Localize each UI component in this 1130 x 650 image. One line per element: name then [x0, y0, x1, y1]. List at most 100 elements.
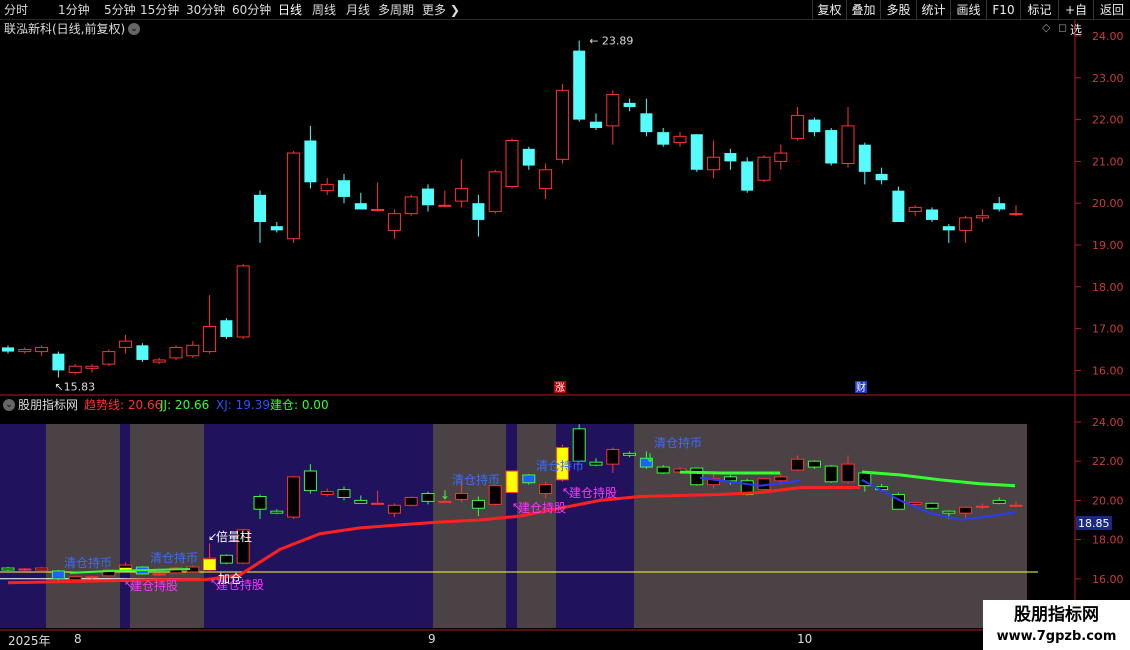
ind-candle-body — [387, 504, 401, 514]
buy-arrow-icon: ↖ — [210, 576, 219, 589]
ind-candle-body — [791, 458, 805, 471]
watermark-title: 股朋指标网 — [1014, 605, 1099, 625]
candle-body — [791, 114, 805, 139]
candle-body — [623, 102, 636, 108]
price-axis-label: 21.00 — [1092, 155, 1124, 168]
high-price-label: ← 23.89 — [589, 35, 633, 48]
watermark-box: 股朋指标网 www.7gpzb.com — [983, 600, 1130, 650]
candle-body — [522, 148, 535, 166]
month-label-8: 8 — [74, 632, 82, 646]
ind-candle-body — [51, 570, 65, 580]
ind-candle-body — [337, 489, 351, 498]
candle-body — [169, 346, 183, 359]
candle-body — [555, 89, 569, 160]
price-axis-label: 23.00 — [1092, 72, 1124, 85]
down-arrow-icon: ↓ — [645, 451, 655, 465]
candle-body — [926, 209, 938, 220]
candle-body — [724, 153, 737, 162]
ind-candle-body — [18, 568, 32, 571]
price-axis-label: 22.00 — [1092, 114, 1124, 127]
candle-body — [203, 326, 217, 353]
signal-annotation-qingcang: 清仓持币 — [150, 550, 198, 565]
candle-body — [892, 190, 905, 223]
zhang-mark[interactable]: 涨 — [555, 382, 565, 394]
signal-annotation-jiancang: 建仓持股 — [569, 485, 617, 500]
candle-body — [757, 156, 771, 181]
signal-annotation-qingcang: 清仓持币 — [452, 472, 500, 487]
candle-body — [640, 113, 653, 133]
ind-candle-body — [404, 496, 418, 506]
ind-candle-body — [471, 499, 485, 509]
watermark-url: www.7gpzb.com — [996, 629, 1117, 644]
price-axis-label: 19.00 — [1092, 239, 1124, 252]
signal-zone — [130, 424, 204, 628]
candle-body — [220, 320, 233, 337]
ind-candle-body — [35, 567, 49, 571]
candle-body — [270, 226, 283, 231]
candle-body — [422, 188, 434, 206]
ind-axis-label: 24.00 — [1092, 416, 1124, 429]
ind-candle-body — [606, 448, 620, 465]
ind-candle-body — [959, 506, 973, 514]
ind-candle-body — [505, 470, 519, 494]
ind-candle-body — [723, 476, 737, 482]
candle-body — [673, 135, 687, 144]
candle-body — [505, 140, 519, 187]
candle-body — [472, 203, 485, 220]
ind-candle-body — [270, 510, 284, 514]
candle-body — [808, 119, 821, 133]
signal-annotation-jiacang: 加仓 — [218, 572, 242, 586]
ind-candle-body — [774, 476, 788, 482]
candle-body — [908, 206, 922, 213]
candle-body — [841, 125, 855, 164]
low-price-label: ↖15.83 — [54, 381, 95, 394]
candle-body — [774, 152, 788, 162]
price-axis-label: 20.00 — [1092, 197, 1124, 210]
signal-zone — [433, 424, 506, 628]
candle-body — [858, 144, 871, 172]
price-axis-label: 17.00 — [1092, 323, 1124, 336]
candle-body — [18, 349, 32, 353]
ind-candle-body — [152, 573, 166, 576]
signal-zone — [46, 424, 120, 628]
candle-body — [707, 156, 721, 171]
candle-body — [573, 50, 586, 120]
candle-body — [236, 265, 250, 338]
candle-body — [875, 173, 888, 181]
candle-body — [741, 161, 754, 191]
ind-candle-body — [656, 466, 670, 474]
ind-axis-label: 20.00 — [1092, 494, 1124, 507]
jj-line-mid — [679, 470, 780, 475]
cai-mark[interactable]: 财 — [856, 381, 866, 394]
candle-body — [590, 121, 602, 128]
ind-candle-body — [975, 505, 989, 508]
price-axis-label: 24.00 — [1092, 30, 1124, 43]
ind-candle-body — [824, 465, 838, 483]
ind-candle-body — [1009, 504, 1023, 507]
candle-body — [304, 140, 317, 183]
ind-candle-body — [522, 474, 536, 484]
candle-body — [338, 180, 350, 197]
ind-candle-body — [287, 476, 301, 518]
candle-body — [68, 365, 82, 373]
candle-body — [371, 208, 385, 211]
ind-candle-body — [85, 576, 99, 579]
candle-body — [354, 203, 367, 210]
signal-annotation-jiancang: 建仓持股 — [518, 500, 566, 515]
kline-chart[interactable]: ← 23.89↖15.83 涨财 清仓持币 清仓持币清仓持币清仓持币清仓持币建仓持股… — [0, 0, 1130, 650]
ind-candle-body — [488, 485, 502, 505]
ind-candle-body — [68, 576, 82, 581]
signal-zone — [120, 424, 130, 628]
buy-arrow-icon: ↖ — [512, 500, 521, 513]
volume-spike-bar — [203, 559, 216, 570]
candle-body — [942, 226, 955, 231]
ind-candle-body — [1, 567, 15, 571]
candle-body — [85, 365, 99, 369]
candle-body — [539, 169, 553, 190]
signal-zone — [506, 424, 517, 628]
ind-candle-body — [623, 452, 637, 456]
buy-arrow-icon: ↖ — [562, 485, 571, 498]
candle-body — [455, 188, 469, 202]
candle-body — [35, 346, 49, 353]
ind-candle-body — [589, 461, 603, 466]
